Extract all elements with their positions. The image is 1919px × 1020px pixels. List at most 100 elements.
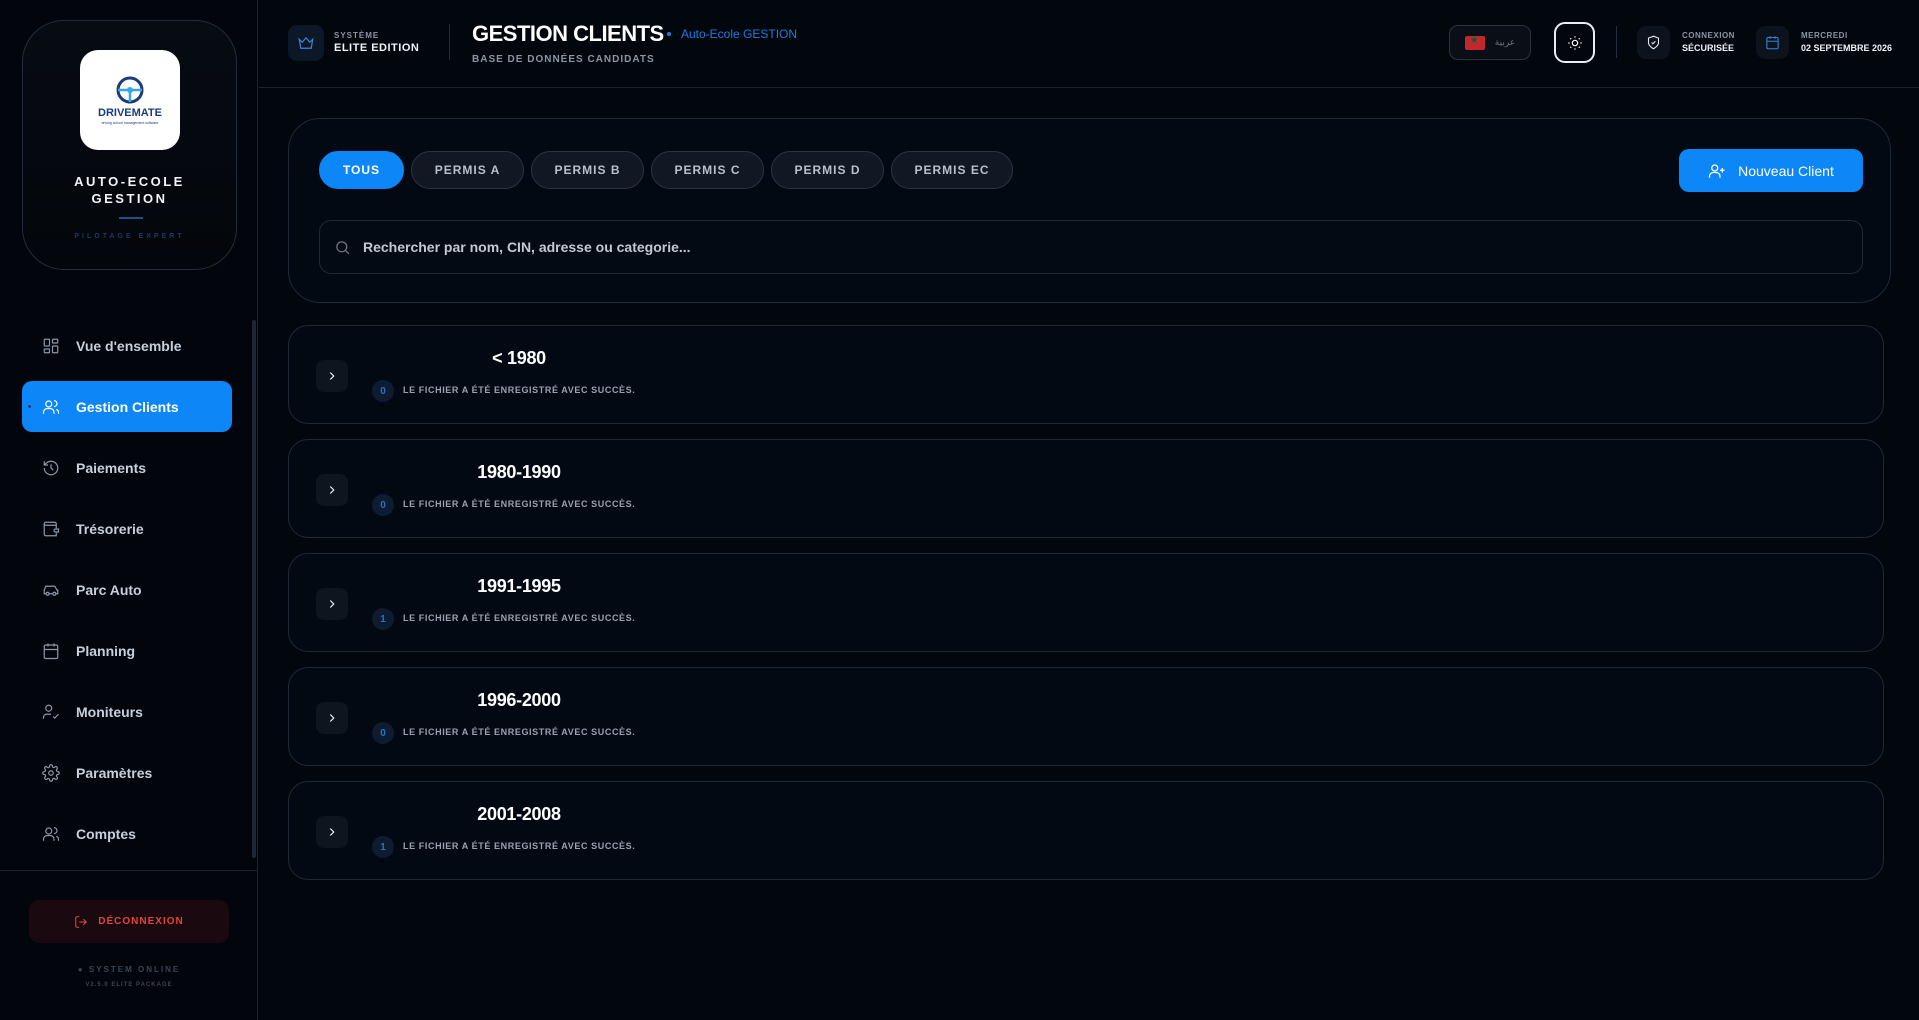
group-status: LE FICHIER A ÉTÉ ENREGISTRÉ AVEC SUCCÈS. <box>403 841 636 851</box>
connection-value: SÉCURISÉE <box>1682 43 1735 53</box>
header-divider <box>449 24 450 60</box>
calendar-icon <box>1756 26 1789 59</box>
sidebar-divider <box>0 870 258 871</box>
system-label: SYSTÈME <box>334 31 380 40</box>
user-plus-icon <box>1708 163 1725 178</box>
group-row[interactable]: 1996-2000 0 LE FICHIER A ÉTÉ ENREGISTRÉ … <box>288 667 1884 766</box>
brand-title-line2: GESTION <box>91 191 168 206</box>
group-label: 1980-1990 <box>477 462 561 482</box>
theme-toggle-button[interactable] <box>1554 22 1595 63</box>
brand-title-line1: AUTO-ECOLE <box>74 174 185 189</box>
crown-icon <box>288 25 324 61</box>
logo-tagline: driving school management software <box>101 121 158 125</box>
group-label: 1991-1995 <box>477 576 561 596</box>
filter-pill-permis-b[interactable]: PERMIS B <box>531 151 644 189</box>
day-label: MERCREDI <box>1801 31 1848 40</box>
sidebar-item-label: Paramètres <box>76 764 153 781</box>
school-name: Auto-Ecole GESTION <box>681 27 798 41</box>
topbar: SYSTÈME ELITE EDITION GESTION CLIENTS Au… <box>259 0 1919 88</box>
language-label: عربية <box>1494 37 1516 48</box>
group-row[interactable]: < 1980 0 LE FICHIER A ÉTÉ ENREGISTRÉ AVE… <box>288 325 1884 424</box>
count-badge: 0 <box>372 380 394 402</box>
brand-title: AUTO-ECOLE GESTION <box>23 173 236 207</box>
sidebar-item-label: Comptes <box>76 825 136 842</box>
sidebar-item-settings[interactable]: Paramètres <box>22 747 232 798</box>
calendar-icon <box>42 642 60 660</box>
new-client-button[interactable]: Nouveau Client <box>1679 149 1863 192</box>
search-icon <box>336 240 350 254</box>
group-status: LE FICHIER A ÉTÉ ENREGISTRÉ AVEC SUCCÈS. <box>403 727 636 737</box>
brand-subtitle: PILOTAGE EXPERT <box>74 233 185 240</box>
birth-year-groups: < 1980 0 LE FICHIER A ÉTÉ ENREGISTRÉ AVE… <box>288 325 1884 895</box>
chevron-right-icon[interactable] <box>316 702 348 734</box>
gear-icon <box>42 763 60 782</box>
title-separator-dot <box>667 32 671 36</box>
sidebar-item-payments[interactable]: Paiements <box>22 442 232 493</box>
new-client-label: Nouveau Client <box>1738 162 1834 179</box>
header-divider <box>1616 26 1617 58</box>
group-status: LE FICHIER A ÉTÉ ENREGISTRÉ AVEC SUCCÈS. <box>403 385 636 395</box>
sidebar-item-clients[interactable]: Gestion Clients <box>22 381 232 432</box>
language-switch-button[interactable]: عربية <box>1449 25 1531 60</box>
wallet-icon <box>42 520 60 538</box>
group-status: LE FICHIER A ÉTÉ ENREGISTRÉ AVEC SUCCÈS. <box>403 499 636 509</box>
sidebar-item-label: Paiements <box>76 459 147 476</box>
logo-text: DRIVEMATE <box>98 107 162 119</box>
group-row[interactable]: 1980-1990 0 LE FICHIER A ÉTÉ ENREGISTRÉ … <box>288 439 1884 538</box>
group-row[interactable]: 2001-2008 1 LE FICHIER A ÉTÉ ENREGISTRÉ … <box>288 781 1884 880</box>
sidebar-item-label: Vue d'ensemble <box>76 337 182 354</box>
sidebar-item-planning[interactable]: Planning <box>22 625 232 676</box>
filter-pill-permis-d[interactable]: PERMIS D <box>771 151 884 189</box>
sidebar-item-treasury[interactable]: Trésorerie <box>22 503 232 554</box>
filter-panel: TOUS PERMIS A PERMIS B PERMIS C PERMIS D… <box>288 118 1891 303</box>
user-check-icon <box>42 703 60 721</box>
count-badge: 1 <box>372 608 394 630</box>
sidebar-item-instructors[interactable]: Moniteurs <box>22 686 232 737</box>
sidebar-item-label: Gestion Clients <box>76 398 179 415</box>
sidebar: DRIVEMATE driving school management soft… <box>0 0 258 1020</box>
sidebar-item-label: Planning <box>76 642 136 659</box>
connection-label: CONNEXION <box>1682 31 1735 40</box>
sidebar-nav: Vue d'ensemble Gestion Clients Paiements… <box>22 320 232 869</box>
sidebar-item-label: Parc Auto <box>76 581 142 598</box>
sidebar-item-dashboard[interactable]: Vue d'ensemble <box>22 320 232 371</box>
chevron-right-icon[interactable] <box>316 360 348 392</box>
sidebar-item-accounts[interactable]: Comptes <box>22 808 232 859</box>
page-subtitle: BASE DE DONNÉES CANDIDATS <box>472 54 655 65</box>
history-icon <box>42 459 60 477</box>
sidebar-item-label: Moniteurs <box>76 703 143 720</box>
logout-icon <box>75 915 88 928</box>
logout-label: DÉCONNEXION <box>98 916 184 927</box>
sun-icon <box>1567 35 1582 50</box>
date-value: 02 SEPTEMBRE 2026 <box>1801 43 1893 53</box>
users-icon <box>42 398 60 416</box>
filter-pill-permis-ec[interactable]: PERMIS EC <box>891 151 1013 189</box>
filter-pill-permis-c[interactable]: PERMIS C <box>651 151 764 189</box>
chevron-right-icon[interactable] <box>316 588 348 620</box>
filter-pill-all[interactable]: TOUS <box>319 151 404 189</box>
chevron-right-icon[interactable] <box>316 474 348 506</box>
brand-divider <box>119 217 143 219</box>
count-badge: 0 <box>372 494 394 516</box>
system-status: ● SYSTEM ONLINE <box>77 965 181 974</box>
car-icon <box>42 581 60 599</box>
drivemate-logo: DRIVEMATE driving school management soft… <box>80 50 180 150</box>
chevron-right-icon[interactable] <box>316 816 348 848</box>
users-icon <box>42 825 60 843</box>
system-version: V2.5.0 ELITE PACKAGE <box>85 982 173 988</box>
sidebar-item-fleet[interactable]: Parc Auto <box>22 564 232 615</box>
filter-pill-permis-a[interactable]: PERMIS A <box>411 151 524 189</box>
logout-button[interactable]: DÉCONNEXION <box>29 900 229 943</box>
sidebar-scrollbar[interactable] <box>252 320 256 858</box>
system-edition: ELITE EDITION <box>334 42 420 54</box>
morocco-flag-icon <box>1464 35 1485 50</box>
page-title: GESTION CLIENTS <box>472 21 664 46</box>
license-filter-tabs: TOUS PERMIS A PERMIS B PERMIS C PERMIS D… <box>319 151 1013 189</box>
count-badge: 1 <box>372 836 394 858</box>
group-row[interactable]: 1991-1995 1 LE FICHIER A ÉTÉ ENREGISTRÉ … <box>288 553 1884 652</box>
dashboard-icon <box>42 337 60 355</box>
search-input[interactable] <box>363 239 1763 255</box>
group-status: LE FICHIER A ÉTÉ ENREGISTRÉ AVEC SUCCÈS. <box>403 613 636 623</box>
search-bar <box>319 220 1863 274</box>
count-badge: 0 <box>372 722 394 744</box>
